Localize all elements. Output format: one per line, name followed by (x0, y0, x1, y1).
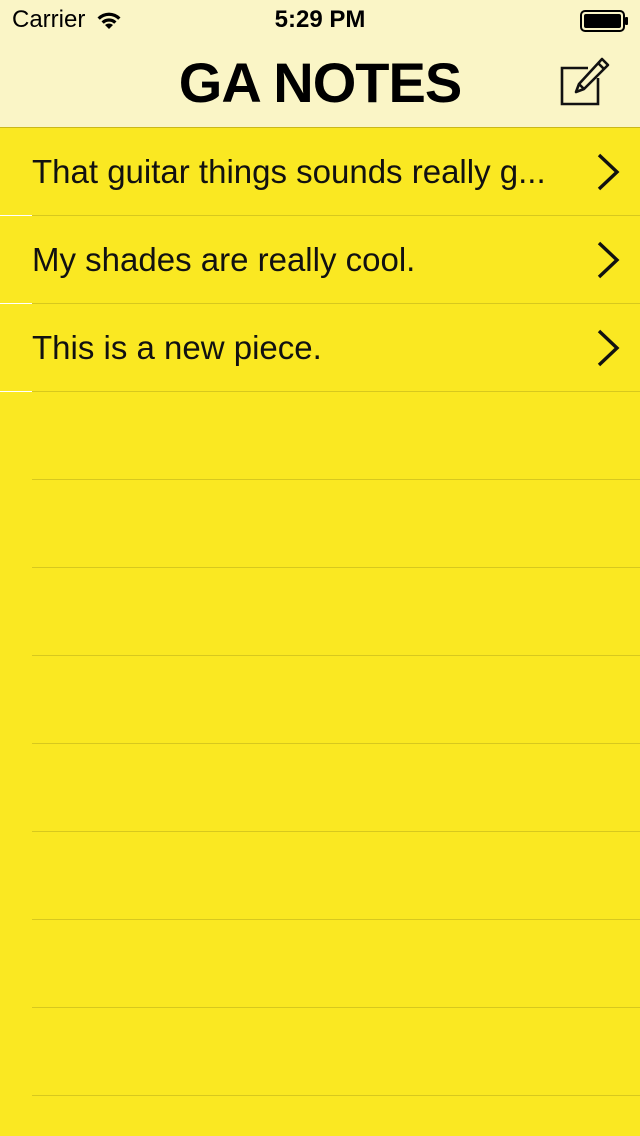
chevron-right-icon (597, 153, 620, 191)
status-time: 5:29 PM (274, 6, 366, 33)
note-row[interactable]: My shades are really cool. (0, 216, 640, 304)
empty-row (0, 832, 640, 920)
page-title: GA NOTES (178, 51, 462, 114)
empty-row (0, 744, 640, 832)
chevron-right-icon (597, 329, 620, 367)
empty-row (0, 920, 640, 1008)
battery-icon (580, 10, 628, 32)
empty-row (0, 480, 640, 568)
navigation-bar: Carrier 5:29 PM GA NOTES (0, 0, 640, 128)
chevron-right-icon (597, 241, 620, 279)
note-title: My shades are really cool. (32, 241, 416, 278)
note-title: That guitar things sounds really g... (32, 153, 546, 190)
compose-icon[interactable] (558, 56, 610, 108)
note-row[interactable]: That guitar things sounds really g... (0, 128, 640, 216)
note-row[interactable]: This is a new piece. (0, 304, 640, 392)
empty-row (0, 1008, 640, 1096)
empty-row (0, 568, 640, 656)
status-bar: Carrier 5:29 PM (0, 0, 640, 40)
note-title: This is a new piece. (32, 329, 322, 366)
notes-list: That guitar things sounds really g... My… (0, 128, 640, 1096)
empty-row (0, 392, 640, 480)
empty-row (0, 656, 640, 744)
